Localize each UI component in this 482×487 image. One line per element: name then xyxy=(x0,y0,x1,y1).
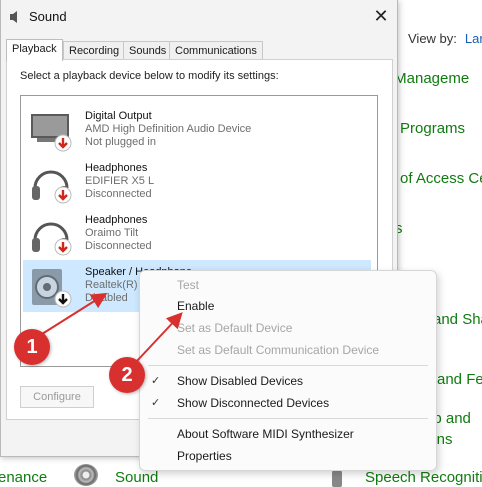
menu-item-show-disabled[interactable]: ✓ Show Disabled Devices xyxy=(140,370,436,392)
cp-link-sound[interactable]: Sound xyxy=(115,469,158,486)
menu-item-enable[interactable]: Enable xyxy=(140,295,436,317)
device-headphones-edifier[interactable]: Headphones EDIFIER X5 L Disconnected xyxy=(23,156,371,208)
menu-item-set-default-comm[interactable]: Set as Default Communication Device xyxy=(140,339,436,361)
device-context-menu: Test Enable Set as Default Device Set as… xyxy=(139,270,437,471)
speaker-title-icon xyxy=(10,11,17,23)
instruction-text: Select a playback device below to modify… xyxy=(20,70,279,82)
close-button[interactable]: ✕ xyxy=(367,3,395,29)
callout-one: 1 xyxy=(14,329,50,365)
device-driver: Realtek(R) xyxy=(85,279,138,291)
device-name: Headphones xyxy=(85,162,148,174)
cp-link-ease-of-access[interactable]: of Access Ce xyxy=(400,170,482,187)
menu-item-about-midi[interactable]: About Software MIDI Synthesizer xyxy=(140,423,436,445)
device-digital-output[interactable]: Digital Output AMD High Definition Audio… xyxy=(23,104,371,156)
device-headphones-oraimo[interactable]: Headphones Oraimo Tilt Disconnected xyxy=(23,208,371,260)
tab-playback[interactable]: Playback xyxy=(6,39,63,61)
cp-link-maintenance[interactable]: enance xyxy=(0,469,47,486)
menu-item-set-default[interactable]: Set as Default Device xyxy=(140,317,436,339)
speaker-icon xyxy=(74,464,98,486)
title-bar[interactable]: Sound ✕ xyxy=(1,0,397,32)
device-status: Not plugged in xyxy=(85,136,156,148)
callout-two: 2 xyxy=(109,357,145,393)
menu-separator xyxy=(148,365,428,366)
device-name: Digital Output xyxy=(85,110,152,122)
device-model: EDIFIER X5 L xyxy=(85,175,155,187)
tab-communications[interactable]: Communications xyxy=(169,41,263,60)
tab-sounds[interactable]: Sounds xyxy=(123,41,173,60)
menu-separator xyxy=(148,418,428,419)
cp-link-6[interactable]: and Fe xyxy=(437,371,482,388)
device-status: Disabled xyxy=(85,292,128,304)
menu-item-test[interactable]: Test xyxy=(140,274,436,296)
configure-button[interactable]: Configure xyxy=(20,386,94,408)
device-name: Headphones xyxy=(85,214,148,226)
monitor-icon xyxy=(31,114,72,152)
checkmark-icon: ✓ xyxy=(151,397,161,409)
view-by-dropdown[interactable]: Lar xyxy=(465,31,482,46)
view-by: View by: Lar xyxy=(408,31,482,46)
device-status: Disconnected xyxy=(85,240,152,252)
checkmark-icon: ✓ xyxy=(151,375,161,387)
cp-link-5[interactable]: and Sha xyxy=(433,311,482,328)
device-driver: AMD High Definition Audio Device xyxy=(85,123,252,135)
tab-recording[interactable]: Recording xyxy=(63,41,126,60)
cp-link-speech[interactable]: Speech Recogniti xyxy=(365,469,482,486)
menu-item-show-disconnected[interactable]: ✓ Show Disconnected Devices xyxy=(140,392,436,414)
device-model: Oraimo Tilt xyxy=(85,227,139,239)
speaker-device-icon xyxy=(32,269,72,308)
headphones-icon xyxy=(32,222,72,256)
device-status: Disconnected xyxy=(85,188,152,200)
menu-item-properties[interactable]: Properties xyxy=(140,445,436,467)
view-by-label: View by: xyxy=(408,31,457,46)
headphones-icon xyxy=(32,170,72,204)
dialog-title: Sound xyxy=(29,9,67,24)
